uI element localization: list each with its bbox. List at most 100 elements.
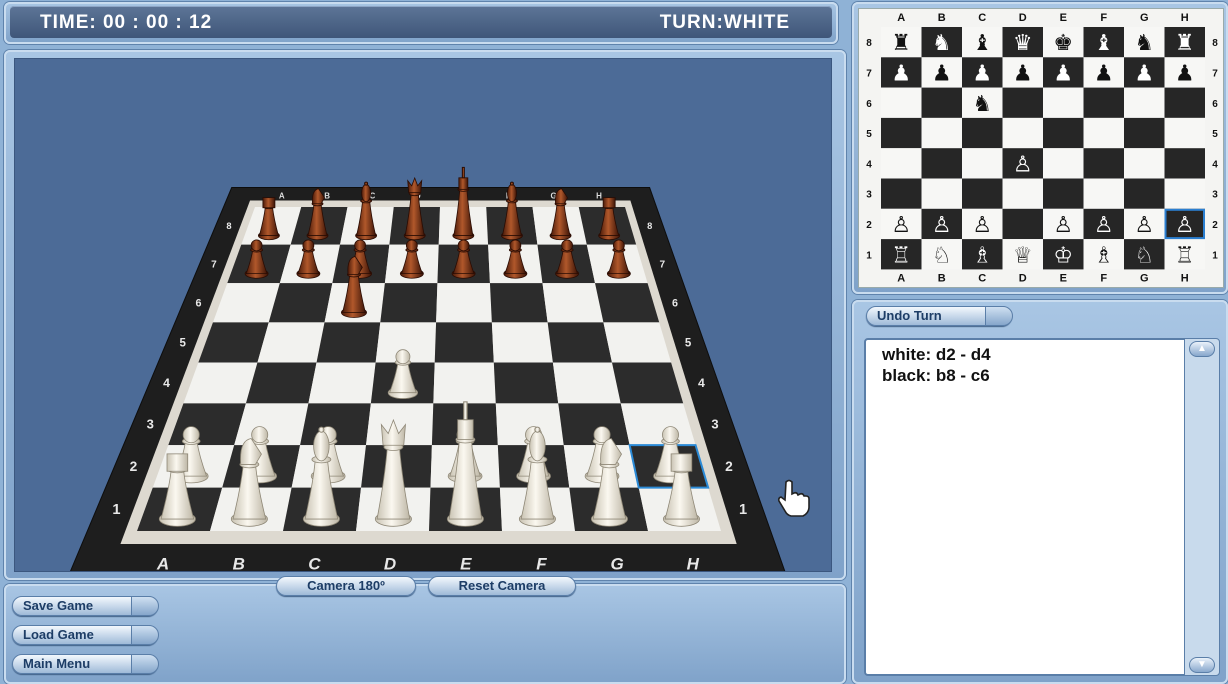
minimap-board[interactable]: ♜ ♞ ♝ ♛ ♚ ♝ ♞ ♜ ♟ ♟ ♟ ♟ ♟ ♟ ♟ ♟ ♞ ♙ ♙ ♙ ♙ ♙ ♙ ♙ ♙ ♖ ♘ ♗ ♕ ♔ ♗ ♘ ♖ A A B B C C D…	[859, 9, 1223, 287]
rank-label: 6	[866, 99, 872, 110]
rank-label: 2	[130, 459, 138, 474]
camera-180-label: Camera 180º	[307, 578, 385, 593]
minimap-square[interactable]	[921, 178, 963, 209]
board-3d-view[interactable]: AABBCCDDEEFFGGHH8877665544332211	[4, 50, 846, 580]
board-square[interactable]	[434, 322, 494, 363]
minimap-square[interactable]	[1124, 178, 1165, 209]
minimap-square[interactable]	[1164, 148, 1206, 179]
minimap-square[interactable]	[881, 178, 922, 209]
minimap-piece: ♚	[1053, 31, 1073, 56]
minimap-square[interactable]	[962, 178, 1003, 209]
move-entry: black: b8 - c6	[882, 366, 990, 385]
minimap-square[interactable]	[881, 148, 922, 179]
board-square[interactable]	[316, 322, 381, 363]
minimap-piece: ♞	[1134, 31, 1154, 56]
minimap-square[interactable]	[1002, 87, 1044, 118]
rank-label: 8	[647, 221, 652, 231]
board-square[interactable]	[558, 403, 630, 446]
minimap-square[interactable]	[1124, 87, 1165, 118]
minimap-piece: ♗	[1094, 243, 1114, 268]
board-square[interactable]	[603, 322, 672, 363]
minimap-square[interactable]	[962, 117, 1003, 149]
board-square[interactable]	[493, 362, 559, 404]
rank-label: 2	[1212, 220, 1218, 231]
file-label: C	[308, 554, 321, 571]
rank-label: 7	[866, 68, 872, 79]
file-label: A	[156, 554, 169, 571]
move-log-scrollbar[interactable]: ▲ ▼	[1184, 338, 1220, 676]
minimap-panel: ♜ ♞ ♝ ♛ ♚ ♝ ♞ ♜ ♟ ♟ ♟ ♟ ♟ ♟ ♟ ♟ ♞ ♙ ♙ ♙ ♙ ♙ ♙ ♙ ♙ ♖ ♘ ♗ ♕ ♔ ♗ ♘ ♖ A A B B C C D…	[852, 2, 1228, 294]
reset-camera-button[interactable]: Reset Camera	[428, 576, 576, 596]
minimap-square[interactable]	[1043, 178, 1084, 209]
rank-label: 7	[659, 259, 665, 270]
minimap-square[interactable]	[921, 148, 963, 179]
minimap-piece: ♙	[932, 213, 952, 238]
file-label: A	[897, 12, 905, 24]
reset-camera-label: Reset Camera	[458, 578, 546, 593]
minimap-square[interactable]	[1043, 117, 1084, 149]
minimap-piece: ♔	[1053, 243, 1073, 268]
minimap-square[interactable]	[921, 87, 963, 118]
rank-label: 1	[739, 502, 747, 518]
minimap-piece: ♙	[1175, 213, 1195, 238]
board-square[interactable]	[542, 283, 604, 323]
minimap-square[interactable]	[1083, 148, 1125, 179]
load-game-button[interactable]: Load Game	[12, 625, 159, 645]
board-square[interactable]	[257, 322, 325, 363]
scroll-up-icon[interactable]: ▲	[1189, 341, 1215, 357]
board-square[interactable]	[489, 283, 548, 323]
main-menu-button[interactable]: Main Menu	[12, 654, 159, 674]
minimap-square[interactable]	[962, 148, 1003, 179]
minimap-square[interactable]	[881, 87, 922, 118]
camera-180-button[interactable]: Camera 180º	[276, 576, 416, 596]
undo-turn-label: Undo Turn	[877, 308, 942, 323]
minimap-square[interactable]	[1124, 117, 1165, 149]
save-game-button[interactable]: Save Game	[12, 596, 159, 616]
minimap-square[interactable]	[1164, 87, 1206, 118]
minimap-square[interactable]	[1043, 87, 1084, 118]
board-square[interactable]	[491, 322, 553, 363]
minimap-square[interactable]	[1164, 117, 1206, 149]
minimap-square[interactable]	[1083, 117, 1125, 149]
minimap-square[interactable]	[1164, 178, 1206, 209]
game-timer: TIME: 00 : 00 : 12	[40, 12, 213, 33]
board-square[interactable]	[552, 362, 621, 404]
minimap-piece: ♟	[1175, 61, 1195, 86]
minimap-piece: ♙	[891, 213, 911, 238]
scroll-down-icon[interactable]: ▼	[1189, 657, 1215, 673]
minimap-square[interactable]	[881, 117, 922, 149]
minimap-square[interactable]	[1002, 208, 1044, 240]
board-square[interactable]	[245, 362, 317, 404]
board-square[interactable]	[436, 283, 492, 323]
rank-label: 6	[1212, 99, 1218, 110]
board-square[interactable]	[234, 403, 309, 446]
undo-turn-button[interactable]: Undo Turn	[866, 306, 1013, 326]
rank-label: 4	[163, 376, 170, 390]
rank-label: 7	[211, 259, 217, 270]
rank-label: 3	[711, 417, 718, 432]
board-square[interactable]	[380, 283, 438, 323]
board-square[interactable]	[547, 322, 612, 363]
minimap-piece: ♙	[1134, 213, 1154, 238]
minimap-piece: ♟	[932, 61, 952, 86]
minimap-square[interactable]	[1083, 87, 1125, 118]
minimap-square[interactable]	[1083, 178, 1125, 209]
file-label: G	[610, 554, 623, 571]
minimap-square[interactable]	[1002, 178, 1044, 209]
board-square[interactable]	[308, 362, 376, 404]
minimap-square[interactable]	[1043, 148, 1084, 179]
board-square[interactable]	[620, 403, 696, 446]
minimap-piece: ♜	[1175, 31, 1195, 56]
minimap-piece: ♙	[1013, 152, 1033, 177]
board-square[interactable]	[268, 283, 333, 323]
rank-label: 8	[226, 221, 231, 231]
minimap-square[interactable]	[1002, 117, 1044, 149]
minimap-piece: ♟	[1053, 61, 1073, 86]
rank-label: 8	[1212, 38, 1218, 49]
minimap-square[interactable]	[1124, 148, 1165, 179]
minimap-square[interactable]	[921, 117, 963, 149]
board-square[interactable]	[433, 362, 496, 404]
board-3d[interactable]: AABBCCDDEEFFGGHH8877665544332211	[15, 59, 829, 571]
file-label: E	[1060, 12, 1067, 24]
board-square[interactable]	[611, 362, 684, 404]
